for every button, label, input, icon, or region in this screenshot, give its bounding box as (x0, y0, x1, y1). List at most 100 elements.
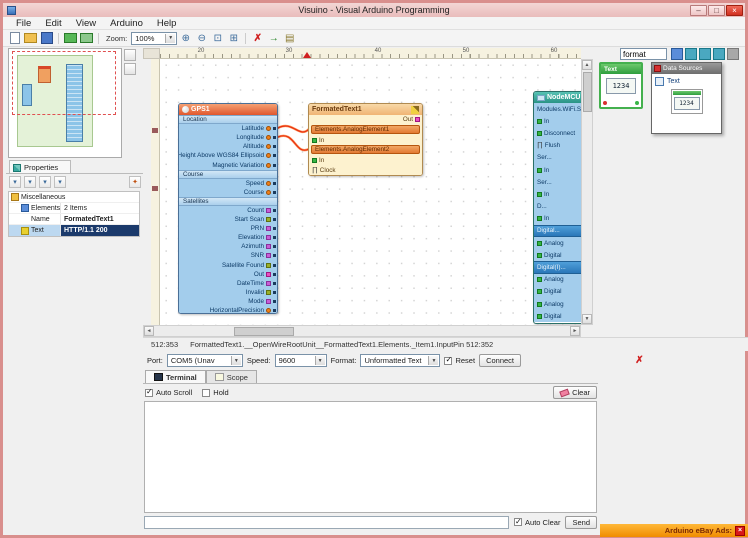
component-header[interactable]: FormatedText1 (309, 104, 422, 115)
zoom-select[interactable]: 100% ▼ (131, 32, 177, 45)
pin-row[interactable]: Digital... (534, 225, 581, 237)
pin-row[interactable]: D... (534, 201, 581, 213)
pin-row[interactable]: Digital (534, 249, 581, 261)
toolbar-button-icon[interactable]: ▤ (282, 31, 297, 45)
pin-row[interactable]: In (534, 188, 581, 200)
toolbar-button-icon[interactable] (58, 33, 59, 44)
pin-row[interactable]: DateTime (179, 279, 277, 288)
pin-row[interactable]: Flush (534, 140, 581, 152)
component-header[interactable]: NodeMCU ESP (534, 92, 581, 103)
property-row[interactable]: Text HTTP/1.1 200 (9, 225, 139, 236)
properties-toolbar-icon[interactable]: ▾ (54, 176, 66, 188)
scroll-thumb[interactable] (234, 327, 294, 336)
scroll-left-icon[interactable]: ◄ (144, 326, 154, 336)
pin-row[interactable]: Height Above WGS84 Ellipsoid (179, 151, 277, 160)
tab-properties[interactable]: Properties (9, 160, 71, 174)
component-nodemcu-esp[interactable]: NodeMCU ESP Modules.WiFi.Sock... In (533, 91, 581, 324)
component-search-input[interactable] (620, 48, 667, 60)
pin-row[interactable]: Invalid (179, 288, 277, 297)
pin-row[interactable]: Elements.AnalogElement2 (311, 145, 420, 154)
property-row[interactable]: Elements 2 Items (9, 203, 139, 214)
pin-row[interactable]: Altitude (179, 142, 277, 151)
pin-row[interactable]: Mode (179, 297, 277, 306)
component-gps1[interactable]: GPS1 Location Latitude Longitude (178, 103, 278, 314)
pin-row[interactable]: Modules.WiFi.Sock... (534, 103, 581, 115)
pin-row[interactable]: Course (179, 170, 277, 179)
minimap-page-icon[interactable] (124, 63, 136, 75)
component-formatedtext1[interactable]: FormatedText1 Out Elements.AnalogElement… (308, 103, 423, 176)
scroll-down-icon[interactable]: ▼ (582, 314, 592, 324)
pin-row[interactable]: Latitude (179, 124, 277, 133)
property-value[interactable] (136, 192, 139, 202)
toolbox-filter-icon[interactable] (685, 48, 697, 60)
properties-toolbar-icon[interactable]: ▾ (24, 176, 36, 188)
pin-row[interactable]: Azimuth (179, 242, 277, 251)
wand-icon[interactable]: ✦ (129, 176, 141, 188)
close-button[interactable]: × (726, 5, 743, 16)
pin-row[interactable]: HorizontalPrecision (179, 306, 277, 314)
pin-row[interactable]: Ser... (534, 176, 581, 188)
pin-out[interactable]: Out (403, 116, 420, 123)
minimize-button[interactable]: – (690, 5, 707, 16)
pin-row[interactable]: Count (179, 206, 277, 215)
pin-row[interactable]: Clock (309, 165, 422, 175)
toolbar-button-icon[interactable]: ⊡ (210, 31, 225, 45)
menu-item[interactable]: File (9, 18, 38, 29)
reset-checkbox[interactable]: Reset (444, 356, 475, 365)
properties-toolbar-icon[interactable]: ▾ (39, 176, 51, 188)
connect-button[interactable]: Connect (479, 354, 521, 367)
terminal-tab[interactable]: Scope (206, 370, 257, 383)
pin-row[interactable]: Magnetic Variation (179, 160, 277, 169)
maximize-button[interactable]: □ (708, 5, 725, 16)
toolbox-item-thumbnail[interactable]: 1234 (671, 89, 703, 114)
pin-row[interactable]: Satellite Found (179, 261, 277, 270)
pin-row[interactable]: In (534, 115, 581, 127)
component-header[interactable]: GPS1 (179, 104, 277, 115)
toolbar-button-icon[interactable] (245, 33, 246, 44)
horizontal-scrollbar[interactable]: ◄ ► (143, 325, 581, 337)
menu-item[interactable]: Help (150, 18, 184, 29)
pin-row[interactable]: Digital (534, 310, 581, 322)
properties-toolbar-icon[interactable]: ▾ (9, 176, 21, 188)
pin-row[interactable]: Satellites (179, 197, 277, 206)
toolbar-button-icon[interactable]: ⊖ (194, 31, 209, 45)
toolbar-button-icon[interactable] (39, 31, 54, 45)
toolbar-button-icon[interactable] (79, 31, 94, 45)
data-sources-header[interactable]: Data Sources (652, 63, 721, 74)
toolbox-filter-icon[interactable] (671, 48, 683, 60)
minimap-viewport-rect[interactable] (12, 51, 116, 115)
pin-row[interactable]: SNR (179, 251, 277, 260)
pin-row[interactable]: In (309, 135, 422, 145)
auto-scroll-checkbox[interactable]: Auto Scroll (145, 388, 192, 397)
toolbar-button-icon[interactable]: ✗ (250, 31, 265, 45)
pin-row[interactable]: In (309, 155, 422, 165)
vertical-scrollbar[interactable]: ▲ ▼ (581, 59, 593, 325)
toolbar-button-icon[interactable] (7, 31, 22, 45)
pin-row[interactable]: Out (179, 270, 277, 279)
menu-item[interactable]: Arduino (103, 18, 150, 29)
property-row[interactable]: Miscellaneous (9, 192, 139, 203)
toolbar-button-icon[interactable] (23, 31, 38, 45)
terminal-tab[interactable]: Terminal (145, 370, 206, 383)
toolbox-item-text[interactable]: Text (652, 74, 721, 86)
menu-item[interactable]: View (69, 18, 103, 29)
minimap-zoom-icon[interactable] (124, 49, 136, 61)
pin-row[interactable]: PRN (179, 224, 277, 233)
pin-row[interactable]: Digital (534, 286, 581, 298)
toolbar-button-icon[interactable]: → (266, 31, 281, 45)
close-panel-icon[interactable]: ✗ (633, 354, 646, 367)
pin-row[interactable]: Elevation (179, 233, 277, 242)
pin-row[interactable]: Location (179, 115, 277, 124)
pin-row[interactable]: Ser... (534, 152, 581, 164)
toolbar-button-icon[interactable] (98, 33, 99, 44)
pin-row[interactable]: Disconnect (534, 127, 581, 139)
pin-row[interactable]: Analog (534, 274, 581, 286)
speed-select[interactable]: 9600 ▼ (275, 354, 327, 367)
ebay-ad-icon[interactable]: × (735, 526, 745, 536)
ad-bar[interactable]: Arduino eBay Ads: × (600, 524, 748, 537)
pin-row[interactable]: Speed (179, 179, 277, 188)
pin-row[interactable]: Analog (534, 298, 581, 310)
toolbar-button-icon[interactable]: ⊞ (226, 31, 241, 45)
pin-row[interactable]: Elements.AnalogElement1 (311, 125, 420, 134)
property-value[interactable]: HTTP/1.1 200 (61, 225, 139, 236)
